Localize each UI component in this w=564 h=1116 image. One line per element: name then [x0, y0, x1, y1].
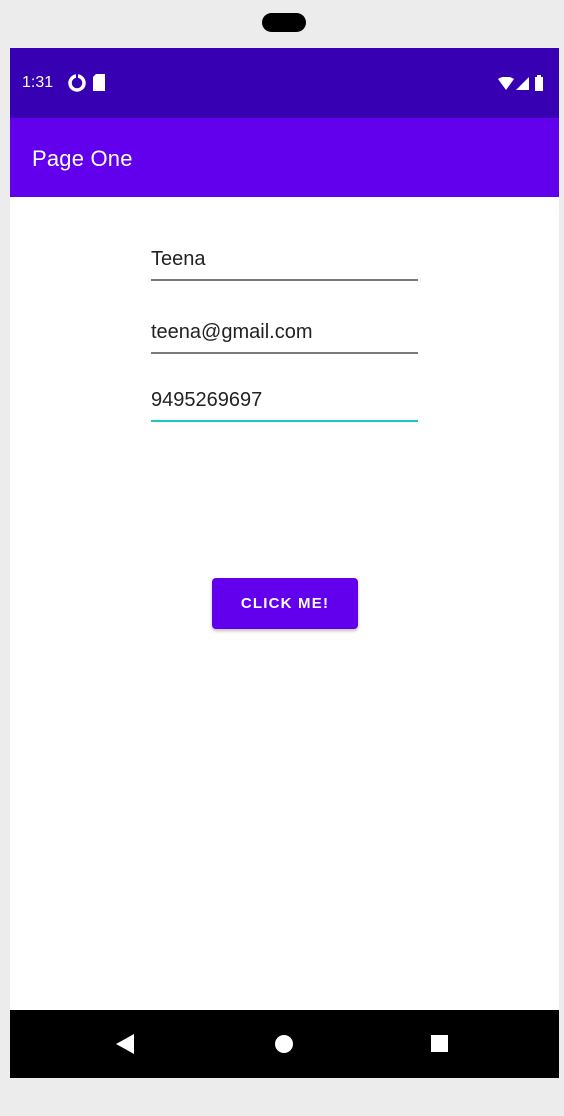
- app-bar: Page One: [10, 118, 559, 197]
- phone-field[interactable]: [151, 382, 418, 422]
- phone-underline: [151, 420, 418, 422]
- data-saver-icon: [68, 74, 86, 97]
- name-underline: [151, 279, 418, 281]
- name-field[interactable]: [151, 241, 418, 281]
- sd-card-icon: [92, 74, 106, 96]
- back-icon[interactable]: [116, 1034, 134, 1059]
- email-field[interactable]: [151, 314, 418, 354]
- recents-icon[interactable]: [431, 1035, 448, 1057]
- email-input[interactable]: [151, 314, 418, 350]
- home-icon[interactable]: [275, 1035, 293, 1058]
- phone-input[interactable]: [151, 382, 418, 418]
- page-title: Page One: [32, 146, 133, 171]
- signal-icon: [516, 77, 529, 95]
- status-time: 1:31: [22, 74, 54, 91]
- camera-notch: [262, 13, 306, 32]
- status-bar: 1:31: [10, 48, 559, 118]
- battery-icon: [535, 75, 543, 96]
- email-underline: [151, 352, 418, 354]
- wifi-icon: [498, 76, 514, 95]
- name-input[interactable]: [151, 241, 418, 277]
- click-me-button[interactable]: CLICK ME!: [212, 578, 358, 629]
- navigation-bar: [10, 1010, 559, 1078]
- phone-screen: 1:31 Page One Teena teena@gmail.com 9495…: [10, 48, 559, 1078]
